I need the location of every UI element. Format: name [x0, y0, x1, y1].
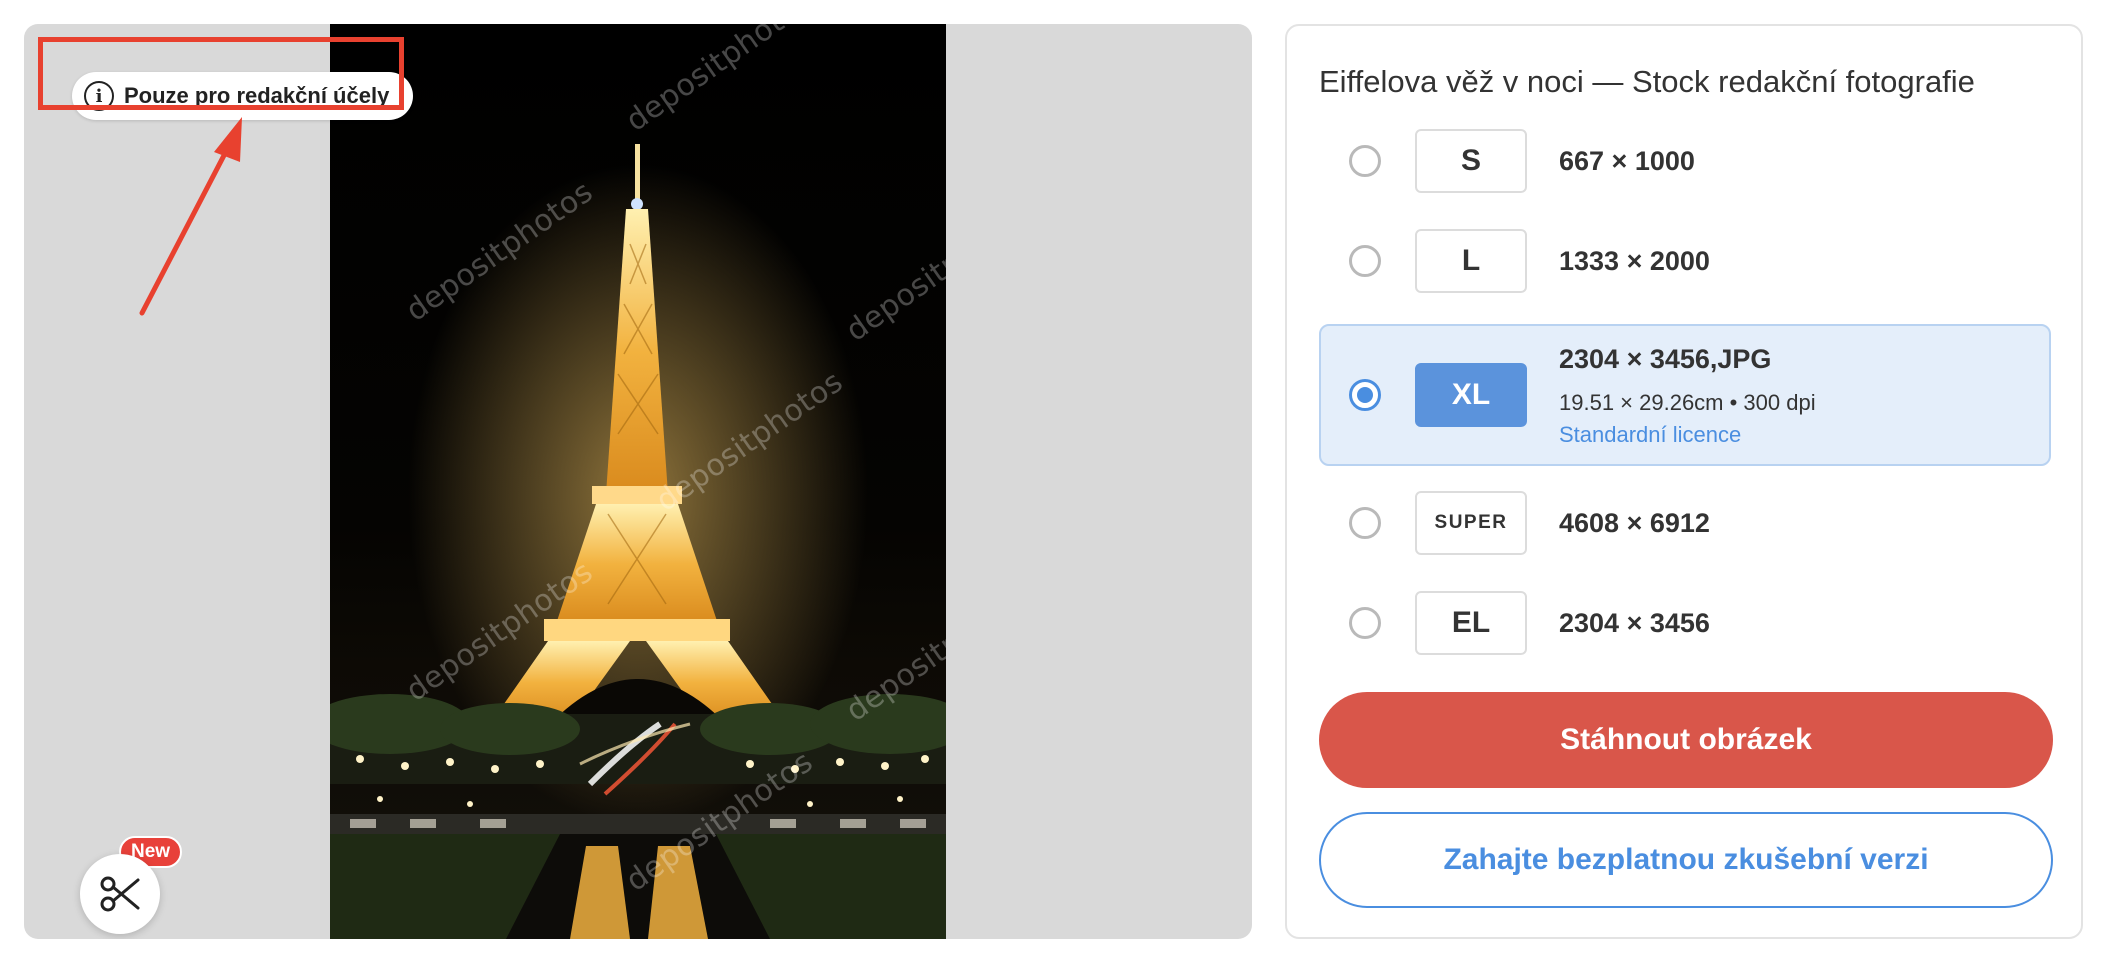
eiffel-tower-photo: depositphotos depositphotos depositphoto… [330, 24, 946, 939]
scissors-icon [100, 876, 140, 912]
size-dimensions: 667 × 1000 [1559, 146, 1695, 176]
size-radio[interactable] [1349, 145, 1381, 177]
size-code-box: L [1415, 229, 1527, 293]
size-option-el[interactable]: EL 2304 × 3456 [1319, 588, 2051, 658]
size-option-s[interactable]: S 667 × 1000 [1319, 126, 2051, 196]
image-title: Eiffelova věž v noci — Stock redakční fo… [1319, 64, 1975, 99]
size-option-l[interactable]: L 1333 × 2000 [1319, 226, 2051, 296]
size-option-super[interactable]: SUPER 4608 × 6912 [1319, 488, 2051, 558]
size-dimensions: 4608 × 6912 [1559, 508, 1710, 538]
image-preview: depositphotos depositphotos depositphoto… [24, 24, 1252, 939]
size-option-xl[interactable]: XL 2304 × 3456,JPG 19.51 × 29.26cm • 300… [1319, 324, 2051, 466]
size-code-box: SUPER [1415, 491, 1527, 555]
license-link[interactable]: Standardní licence [1559, 422, 1741, 448]
eiffel-tower-illustration [330, 144, 946, 939]
download-button[interactable]: Stáhnout obrázek [1319, 692, 2053, 788]
size-radio[interactable] [1349, 607, 1381, 639]
size-radio[interactable] [1349, 507, 1381, 539]
print-size: 19.51 × 29.26cm • 300 dpi [1559, 390, 1816, 415]
annotation-highlight-box [38, 37, 404, 110]
free-trial-button[interactable]: Zahajte bezplatnou zkušební verzi [1319, 812, 2053, 908]
size-dimensions: 2304 × 3456,JPG [1559, 344, 1772, 374]
size-radio[interactable] [1349, 245, 1381, 277]
size-code-box: XL [1415, 363, 1527, 427]
size-code-box: EL [1415, 591, 1527, 655]
purchase-panel: Eiffelova věž v noci — Stock redakční fo… [1285, 24, 2083, 939]
size-dimensions: 1333 × 2000 [1559, 246, 1710, 276]
size-radio-selected[interactable] [1349, 379, 1381, 411]
size-code-box: S [1415, 129, 1527, 193]
size-dimensions: 2304 × 3456 [1559, 608, 1710, 638]
crop-tool-button[interactable] [80, 854, 160, 934]
